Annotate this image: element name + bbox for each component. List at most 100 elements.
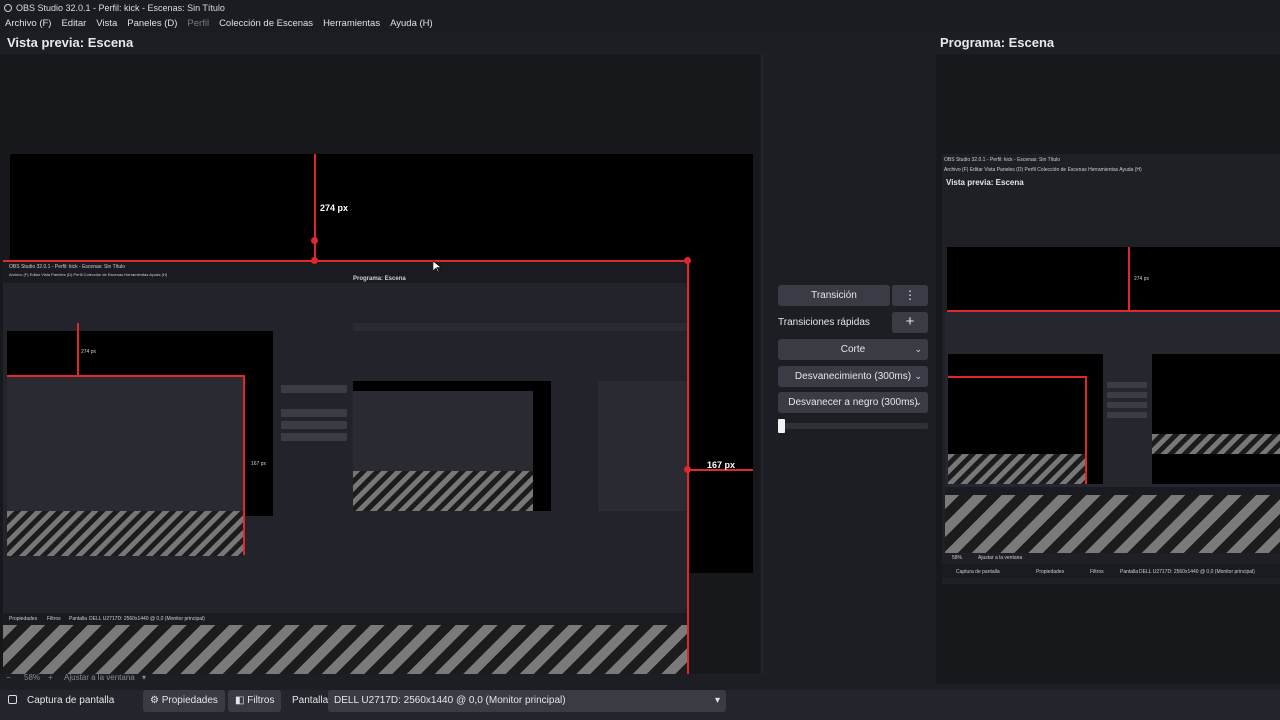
preview-scrollbar[interactable]: [762, 54, 770, 674]
guide-top-line: [314, 154, 316, 261]
program-nested-source: Captura de pantalla: [956, 569, 1000, 575]
guide-right-label: 167 px: [707, 460, 736, 470]
menu-paneles[interactable]: Paneles (D): [122, 16, 182, 32]
zoom-in-button[interactable]: +: [48, 672, 53, 684]
program-nested-btn-2: [1107, 392, 1147, 398]
program-nested-sub-program-stripes: [1152, 434, 1280, 454]
nested-title: OBS Studio 32.0.1 - Perfil: kick - Escen…: [9, 264, 126, 270]
source-toolbar: Captura de pantalla ⚙ Propiedades ◧ Filt…: [0, 690, 1280, 720]
nested-stripes: [7, 511, 244, 556]
filters-button[interactable]: ◧ Filtros: [228, 690, 282, 712]
program-nested-props: Propiedades: [1036, 569, 1065, 575]
nested-quick-2: [281, 421, 347, 429]
program-nested-btn-1: [1107, 382, 1147, 388]
transform-handle-right[interactable]: [684, 466, 691, 473]
fit-chevron-icon[interactable]: ▾: [142, 672, 146, 684]
filter-icon: ◧: [235, 695, 245, 706]
transform-handle-top[interactable]: [311, 257, 318, 264]
program-nested-bottom-bar: Captura de pantalla Propiedades Filtros …: [942, 564, 1280, 578]
nested-guide-right: [243, 375, 245, 555]
nested-transition-button: [281, 385, 347, 393]
quick-transition-label: Desvanecimiento (300ms): [794, 371, 912, 382]
transition-slider-handle[interactable]: [778, 419, 785, 433]
guide-handle[interactable]: [311, 237, 318, 244]
program-nested-btn-4: [1107, 412, 1147, 418]
nested-guide-label: 274 px: [81, 349, 97, 355]
program-title: Programa: Escena: [940, 35, 1055, 50]
display-select[interactable]: DELL U2717D: 2560x1440 @ 0,0 (Monitor pr…: [328, 690, 726, 712]
nested-bottom-stripes: [3, 625, 688, 674]
nested-program-side: [598, 381, 688, 511]
display-label: Pantalla: [292, 695, 329, 706]
plus-icon: +: [905, 313, 915, 330]
menu-archivo[interactable]: Archivo (F): [0, 16, 56, 32]
window-titlebar: OBS Studio 32.0.1 - Perfil: kick - Escen…: [0, 0, 1280, 16]
quick-transition-corte[interactable]: Corte ⌄: [778, 339, 928, 360]
menu-bar: Archivo (F) Editar Vista Paneles (D) Per…: [0, 16, 1280, 32]
program-nested-stripes: [945, 495, 1280, 553]
menu-editar[interactable]: Editar: [56, 16, 91, 32]
program-nested-filters: Filtros: [1090, 569, 1104, 575]
filters-label: Filtros: [247, 695, 275, 706]
nested-quick-1: [281, 409, 347, 417]
transition-button[interactable]: Transición: [778, 285, 890, 306]
source-name: Captura de pantalla: [27, 695, 115, 706]
chevron-down-icon: ⌄: [914, 397, 922, 407]
nested-guide-label-right: 167 px: [251, 461, 267, 467]
chevron-down-icon: ⌄: [914, 344, 922, 354]
nested-properties: Propiedades: [9, 616, 38, 622]
display-value: DELL U2717D: 2560x1440 @ 0,0 (Monitor pr…: [334, 695, 566, 706]
program-nested-sub-guide: [948, 376, 1086, 378]
menu-perfil[interactable]: Perfil: [182, 16, 214, 32]
window-title: OBS Studio 32.0.1 - Perfil: kick - Escen…: [16, 3, 225, 13]
selection-top-border: [3, 260, 689, 262]
program-capture: OBS Studio 32.0.1 - Perfil: kick - Escen…: [942, 154, 1280, 584]
program-nested-zoom: 58%: [952, 555, 963, 561]
menu-herramientas[interactable]: Herramientas: [318, 16, 385, 32]
program-nested-fit: Ajustar a la ventana: [978, 555, 1023, 561]
quick-transition-desvanecer-negro[interactable]: Desvanecer a negro (300ms) ⌄: [778, 392, 928, 413]
nested-program-title: Programa: Escena: [353, 276, 406, 282]
gear-icon: ⚙: [150, 695, 159, 706]
add-quick-transition-button[interactable]: +: [892, 312, 928, 333]
program-nested-display: Pantalla: [1120, 569, 1139, 575]
chevron-down-icon: ⌄: [914, 371, 922, 381]
monitor-icon: [8, 695, 17, 704]
program-nested-guide: [1128, 247, 1130, 311]
obs-logo-icon: [4, 4, 12, 12]
menu-vista[interactable]: Vista: [91, 16, 122, 32]
transition-more-button[interactable]: ⋮: [892, 285, 928, 306]
quick-transition-label: Corte: [840, 344, 866, 355]
screen-capture-source[interactable]: OBS Studio 32.0.1 - Perfil: kick - Escen…: [3, 261, 688, 674]
nested-program-stripes: [353, 471, 533, 511]
guide-top-label: 274 px: [320, 203, 349, 213]
nested-guide-line: [77, 323, 79, 376]
source-selector[interactable]: Captura de pantalla: [8, 690, 114, 712]
program-nested-title: OBS Studio 32.0.1 - Perfil: kick - Escen…: [944, 157, 1061, 163]
transition-panel: Transición ⋮ Transiciones rápidas + Cort…: [770, 54, 936, 684]
quick-transitions-label: Transiciones rápidas: [778, 317, 870, 328]
properties-button[interactable]: ⚙ Propiedades: [143, 690, 225, 712]
nested-filters: Filtros: [47, 616, 61, 622]
transform-handle-top-right[interactable]: [684, 257, 691, 264]
fit-to-window[interactable]: Ajustar a la ventana: [64, 672, 135, 684]
program-nested-sub-stripes: [948, 454, 1085, 484]
transition-slider[interactable]: [778, 419, 928, 433]
quick-transition-desvanecimiento[interactable]: Desvanecimiento (300ms) ⌄: [778, 366, 928, 387]
program-nested-guide-label: 274 px: [1134, 276, 1150, 282]
menu-coleccion-escenas[interactable]: Colección de Escenas: [214, 16, 318, 32]
program-nested-preview-title: Vista previa: Escena: [946, 178, 1024, 187]
nested-source-bar: Propiedades Filtros Pantalla DELL U2717D…: [3, 613, 688, 625]
zoom-out-button[interactable]: −: [6, 672, 11, 684]
nested-menubar: OBS Studio 32.0.1 - Perfil: kick - Escen…: [3, 261, 688, 283]
menu-ayuda[interactable]: Ayuda (H): [385, 16, 438, 32]
program-nested-display-value: DELL U2717D: 2560x1440 @ 0,0 (Monitor pr…: [1139, 569, 1255, 575]
preview-pane[interactable]: OBS Studio 32.0.1 - Perfil: kick - Escen…: [0, 54, 760, 674]
program-nested-btn-3: [1107, 402, 1147, 408]
nested-program-menubar: [353, 323, 688, 331]
chevron-down-icon: ▾: [714, 695, 720, 706]
program-nested-menu: Archivo (F) Editar Vista Paneles (D) Per…: [944, 167, 1142, 173]
properties-label: Propiedades: [161, 695, 218, 706]
program-nested-sub-guide-v: [1085, 376, 1087, 484]
program-nested-sub-program: [1152, 354, 1280, 484]
